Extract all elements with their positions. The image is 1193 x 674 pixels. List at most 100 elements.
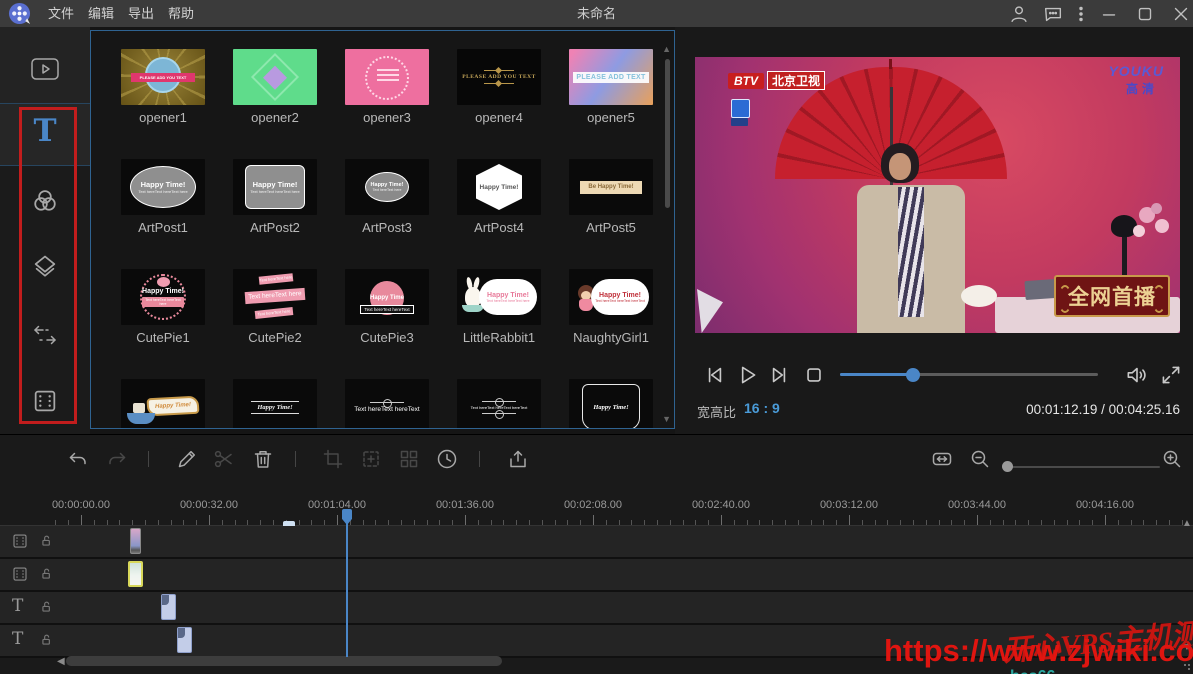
template-item-ArtPost1[interactable]: Happy Time!Text hereText hereText hereAr… — [107, 159, 219, 235]
btv-logo: BTV — [728, 73, 764, 89]
overlays-icon — [30, 253, 60, 281]
zoom-area-icon — [359, 447, 383, 471]
delete-icon[interactable] — [251, 447, 275, 471]
ruler-timecode: 00:00:32.00 — [159, 499, 259, 511]
template-label: ArtPost4 — [443, 220, 555, 235]
sidebar-tab-overlays[interactable] — [29, 251, 61, 283]
unlock-icon[interactable] — [40, 534, 54, 548]
track-row-1-video[interactable] — [0, 526, 1193, 559]
unlock-icon[interactable] — [40, 600, 54, 614]
ruler-timecode: 00:00:00.00 — [31, 499, 131, 511]
scroll-up-icon[interactable]: ▲ — [662, 45, 671, 54]
video-preview[interactable]: BTV 北京卫视 YOUKU 高清 全网首播 — [695, 57, 1180, 333]
stop-button[interactable] — [801, 362, 827, 388]
zoom-slider[interactable] — [1002, 466, 1160, 468]
transitions-icon — [29, 322, 61, 348]
template-label: NaughtyGirl1 — [555, 330, 667, 345]
template-scrollbar[interactable] — [665, 59, 670, 208]
ruler-timecode: 00:01:04.00 — [287, 499, 387, 511]
zoom-slider-handle[interactable] — [1002, 461, 1013, 472]
fullscreen-icon[interactable] — [1158, 362, 1184, 388]
aspect-ratio-value[interactable]: 16 : 9 — [744, 400, 780, 416]
close-icon[interactable] — [1170, 3, 1192, 25]
template-item-row4-2[interactable]: Happy Time! — [219, 379, 331, 429]
volume-icon[interactable] — [1124, 362, 1150, 388]
scroll-down-icon[interactable]: ▼ — [662, 415, 671, 424]
template-item-opener5[interactable]: PLEASE ADD TEXTopener5 — [555, 49, 667, 125]
timecode: 00:01:12.19 / 00:04:25.16 — [1026, 402, 1180, 417]
unlock-icon[interactable] — [40, 633, 54, 647]
filmstrip-icon — [10, 532, 30, 550]
sidebar-tab-transitions[interactable] — [29, 319, 61, 351]
filmstrip-icon — [10, 565, 30, 583]
export-icon[interactable] — [506, 447, 530, 471]
ruler-timecode: 00:02:40.00 — [671, 499, 771, 511]
timeline-clip[interactable] — [161, 594, 176, 620]
unlock-icon[interactable] — [40, 567, 54, 581]
template-item-NaughtyGirl1[interactable]: Happy Time!Text hereText hereText hereTe… — [555, 269, 667, 345]
hd-badge: 高清 — [1126, 80, 1158, 97]
template-item-ArtPost3[interactable]: Happy Time!Text hereText hereArtPost3 — [331, 159, 443, 235]
template-item-LittleRabbit1[interactable]: Happy Time!Text hereText hereText hereLi… — [443, 269, 555, 345]
ruler-timecode: 00:03:44.00 — [927, 499, 1027, 511]
template-label: opener1 — [107, 110, 219, 125]
elements-icon — [30, 387, 60, 415]
zoom-in-icon[interactable] — [1160, 447, 1184, 471]
template-item-opener3[interactable]: opener3 — [331, 49, 443, 125]
prev-frame-button[interactable] — [702, 362, 728, 388]
sidebar-tab-media[interactable] — [29, 53, 61, 85]
filters-icon — [30, 187, 60, 215]
template-item-ArtPost2[interactable]: Happy Time!Text hereText hereText hereAr… — [219, 159, 331, 235]
template-item-opener1[interactable]: PLEASE ADD YOU TEXTopener1 — [107, 49, 219, 125]
vscroll-up-icon[interactable]: ▲ — [1182, 519, 1192, 529]
template-item-CutePie3[interactable]: Happy TimeText hereText hereTextCutePie3 — [331, 269, 443, 345]
seek-handle[interactable] — [906, 368, 920, 382]
template-item-CutePie1[interactable]: Happy Time!Text hereText hereText hereCu… — [107, 269, 219, 345]
template-item-row4-1[interactable]: Happy Time! — [107, 379, 219, 429]
minimize-icon[interactable] — [1098, 3, 1120, 25]
template-item-row4-4[interactable]: Text hereText hereText hereText — [443, 379, 555, 429]
sidebar: T — [0, 27, 90, 434]
timeline-hscrollbar[interactable] — [66, 656, 502, 666]
template-label: ArtPost1 — [107, 220, 219, 235]
sidebar-tab-filters[interactable] — [29, 185, 61, 217]
template-item-opener4[interactable]: PLEASE ADD YOU TEXTopener4 — [443, 49, 555, 125]
text-icon: T — [33, 116, 56, 147]
template-label: ArtPost3 — [331, 220, 443, 235]
template-label: opener2 — [219, 110, 331, 125]
track-row-2-video[interactable] — [0, 559, 1193, 592]
ruler-timecode: 00:01:36.00 — [415, 499, 515, 511]
title-bar: 文件 编辑 导出 帮助 未命名 — [0, 0, 1193, 27]
zoom-out-icon[interactable] — [968, 447, 992, 471]
app-window: 文件 编辑 导出 帮助 未命名 T — [0, 0, 1193, 674]
sidebar-tab-elements[interactable] — [29, 385, 61, 417]
template-label: CutePie2 — [219, 330, 331, 345]
template-item-row4-3[interactable]: Text hereText hereText — [331, 379, 443, 429]
template-item-CutePie2[interactable]: Text hereText hereText hereText hereText… — [219, 269, 331, 345]
feedback-icon[interactable] — [1042, 3, 1064, 25]
crop-icon — [321, 447, 345, 471]
template-item-ArtPost4[interactable]: Happy Time!ArtPost4 — [443, 159, 555, 235]
duration-icon[interactable] — [435, 447, 459, 471]
template-label: CutePie3 — [331, 330, 443, 345]
timeline-clip-selected[interactable] — [128, 561, 143, 587]
edit-icon[interactable] — [175, 447, 199, 471]
maximize-icon[interactable] — [1134, 3, 1156, 25]
template-item-opener2[interactable]: opener2 — [219, 49, 331, 125]
template-label: ArtPost2 — [219, 220, 331, 235]
template-item-row4-5[interactable]: Happy Time! — [555, 379, 667, 429]
redo-icon — [105, 447, 129, 471]
sidebar-tab-text[interactable]: T — [29, 115, 61, 147]
template-item-ArtPost5[interactable]: Be Happy Time!ArtPost5 — [555, 159, 667, 235]
more-icon[interactable] — [1070, 3, 1092, 25]
timeline-clip[interactable] — [177, 627, 192, 653]
account-icon[interactable] — [1008, 3, 1030, 25]
timeline-clip[interactable] — [130, 528, 141, 554]
hscroll-left-icon[interactable]: ◀ — [57, 657, 65, 667]
play-button[interactable] — [734, 362, 760, 388]
fit-timeline-icon[interactable] — [930, 447, 954, 471]
undo-icon[interactable] — [66, 447, 90, 471]
track-row-3-text[interactable]: T — [0, 592, 1193, 625]
next-frame-button[interactable] — [766, 362, 792, 388]
premiere-banner: 全网首播 — [1054, 275, 1170, 317]
